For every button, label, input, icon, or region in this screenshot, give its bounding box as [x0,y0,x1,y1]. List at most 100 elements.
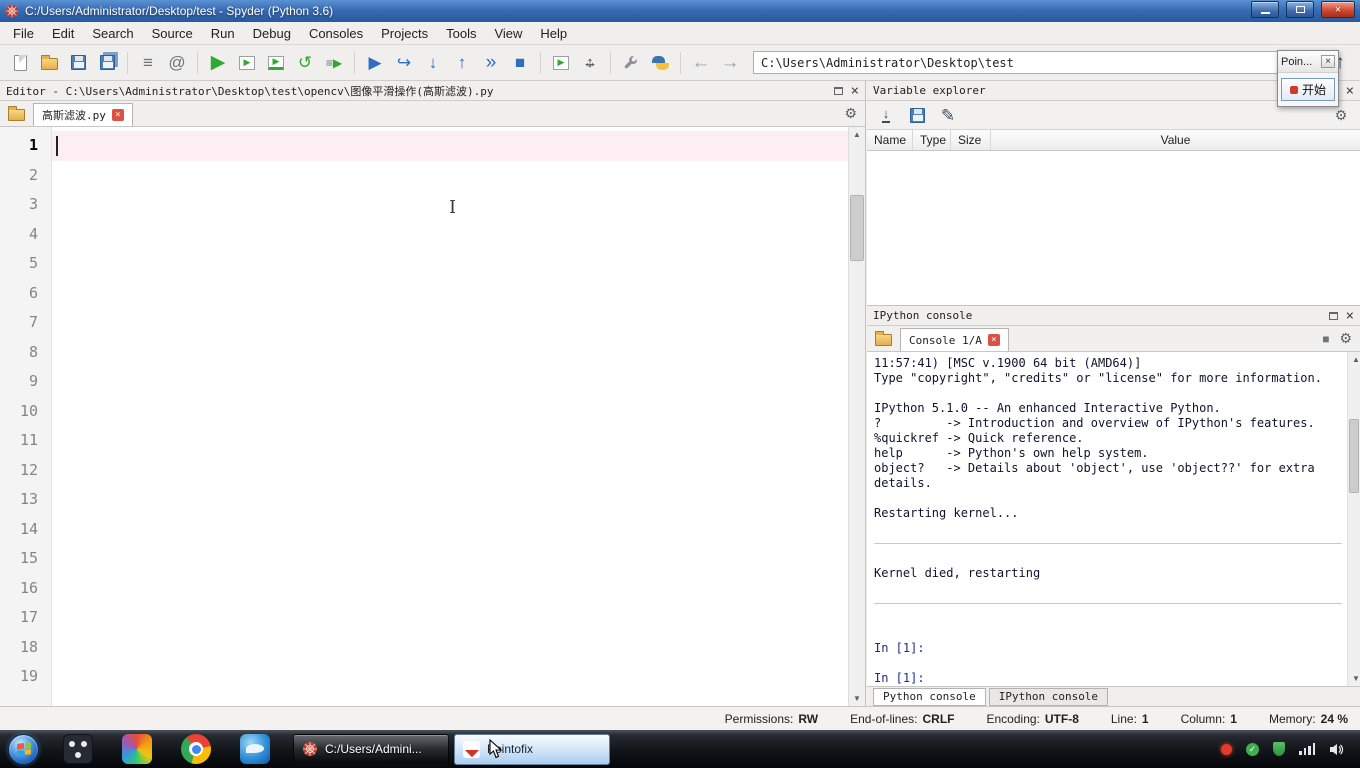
menu-edit[interactable]: Edit [43,23,83,44]
pythonpath-button[interactable] [646,49,674,77]
file-switcher-button[interactable]: ≡ [134,49,162,77]
menu-run[interactable]: Run [202,23,244,44]
check-badge-icon[interactable]: ✓ [1246,742,1259,756]
column-name[interactable]: Name [867,130,913,150]
menu-source[interactable]: Source [143,23,202,44]
console-tab[interactable]: Console 1/A × [900,328,1009,351]
status-column: Column: 1 [1180,711,1237,726]
run-in-window-button[interactable]: ▶ [547,49,575,77]
taskbar-window-pointofix[interactable]: Pointofix [454,733,610,765]
network-icon[interactable] [1299,743,1315,755]
line-number: 7 [28,313,38,331]
menu-file[interactable]: File [4,23,43,44]
console-output[interactable]: 11:57:41) [MSC v.1900 64 bit (AMD64)] Typ… [867,352,1360,686]
save-data-button[interactable] [903,101,931,129]
debug-file-button[interactable]: ▶ [361,49,389,77]
window-run-icon: ▶ [553,55,569,70]
step-return-button[interactable]: ↑ [448,49,476,77]
scroll-down-icon[interactable]: ▼ [1348,671,1360,686]
maximize-button[interactable] [1286,1,1314,18]
scroll-down-icon[interactable]: ▼ [849,691,865,706]
continue-button[interactable]: » [477,49,505,77]
new-file-button[interactable] [6,49,34,77]
chrome-icon[interactable] [181,734,211,764]
run-cell-button[interactable]: ▶ [233,49,261,77]
line-number: 4 [28,224,38,243]
pinned-app-1-icon[interactable] [63,734,93,764]
scrollbar-thumb[interactable] [850,195,864,261]
start-button[interactable] [8,733,39,765]
scroll-up-icon[interactable]: ▲ [849,127,865,142]
undock-icon[interactable] [1328,311,1338,320]
scrollbar-thumb[interactable] [1349,419,1359,493]
close-button[interactable]: × [1321,1,1355,18]
back-button[interactable]: ← [687,49,715,77]
volume-icon[interactable] [1329,743,1344,756]
popup-close-icon[interactable]: × [1321,55,1335,68]
working-directory-input[interactable]: C:\Users\Administrator\Desktop\test [753,51,1317,74]
run-cell-icon: ▶ [239,55,255,70]
tab-close-icon[interactable]: × [111,109,124,121]
tab-python-console[interactable]: Python console [873,687,986,706]
close-pane-icon[interactable]: × [1346,84,1354,98]
menu-tools[interactable]: Tools [437,23,485,44]
console-scrollbar[interactable]: ▲ ▼ [1347,352,1360,686]
menu-view[interactable]: View [485,23,531,44]
run-selection-button[interactable]: ≡ ▶ [320,49,348,77]
import-data-button[interactable]: ↓ [872,101,900,129]
continue-icon: » [485,52,497,73]
editor-tab[interactable]: 高斯滤波.py × [33,103,133,126]
pointofix-start-button[interactable]: 开始 [1280,78,1335,101]
editor-scrollbar[interactable]: ▲ ▼ [848,127,865,706]
maximize-pane-button[interactable]: ↔ ↕ [576,49,604,77]
save-file-button[interactable] [64,49,92,77]
shield-icon[interactable] [1273,742,1285,756]
interrupt-kernel-icon[interactable]: ■ [1322,333,1329,345]
pinned-app-4-icon[interactable] [240,734,270,764]
step-over-button[interactable]: ↪ [390,49,418,77]
preferences-button[interactable] [617,49,645,77]
run-file-button[interactable]: ▶ [204,49,232,77]
close-pane-icon[interactable]: × [1346,309,1354,323]
toolbar-separator [127,51,128,74]
step-into-button[interactable]: ↓ [419,49,447,77]
scroll-up-icon[interactable]: ▲ [1348,352,1360,367]
python-logo-icon [651,55,669,70]
open-file-button[interactable] [35,49,63,77]
record-dot-icon[interactable] [1221,743,1232,755]
variable-table-body[interactable] [867,151,1360,305]
console-options-icon[interactable]: ⚙ [1339,330,1352,347]
tab-ipython-console[interactable]: IPython console [988,687,1109,706]
rerun-cell-button[interactable]: ↺ [291,49,319,77]
menu-projects[interactable]: Projects [372,23,437,44]
undock-icon[interactable] [833,86,843,95]
line-number: 17 [19,608,38,626]
run-cell-advance-button[interactable]: ▶ [262,49,290,77]
stop-debug-button[interactable]: ■ [506,49,534,77]
find-symbols-button[interactable]: @ [163,49,191,77]
pinned-app-2-icon[interactable] [122,734,152,764]
taskbar-window-spyder[interactable]: C:/Users/Admini... [293,733,449,765]
browse-tabs-button[interactable] [871,329,895,349]
console-line: In [1]: [874,671,925,685]
column-size[interactable]: Size [951,130,991,150]
close-pane-icon[interactable]: × [851,84,859,98]
menu-search[interactable]: Search [83,23,142,44]
tab-close-icon[interactable]: × [987,334,1000,346]
save-all-button[interactable] [93,49,121,77]
menu-debug[interactable]: Debug [244,23,300,44]
console-line: ? -> Introduction and overview of IPytho… [874,416,1315,430]
forward-button[interactable]: → [716,49,744,77]
column-value[interactable]: Value [991,130,1360,150]
code-editor[interactable]: 1 2 3 4 5 6 7 8 9 10 11 12 13 14 15 16 17 18 19 ▲ ▼ [0,127,865,706]
browse-tabs-button[interactable] [4,104,28,124]
menu-help[interactable]: Help [531,23,576,44]
minimize-button[interactable] [1251,1,1279,18]
column-type[interactable]: Type [913,130,951,150]
maximize-icon [1295,6,1305,13]
menu-consoles[interactable]: Consoles [300,23,372,44]
edit-data-button[interactable]: ✎ [934,101,962,129]
line-number: 2 [28,165,38,184]
editor-options-icon[interactable]: ⚙ [844,105,857,122]
